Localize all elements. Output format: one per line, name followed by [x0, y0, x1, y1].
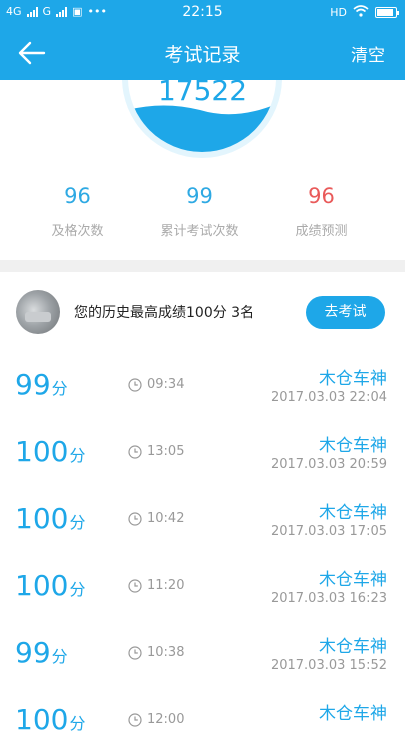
- record-user: 木仓车神: [319, 503, 387, 523]
- section-divider: [0, 260, 405, 272]
- record-user: 木仓车神: [319, 704, 387, 724]
- record-row[interactable]: 100分 12:00 木仓车神: [0, 687, 405, 754]
- status-bar: 4G G ▣ ••• 22:15 HD: [0, 0, 405, 26]
- score-unit: 分: [69, 446, 86, 465]
- prediction-value: 96: [308, 184, 335, 208]
- record-datetime: 2017.03.03 22:04: [270, 390, 387, 405]
- status-right: HD: [330, 5, 399, 20]
- record-score: 99分: [15, 368, 68, 401]
- record-duration: 11:20: [128, 578, 184, 593]
- history-best-text: 您的历史最高成绩100分 3名: [74, 305, 255, 321]
- clear-button[interactable]: 清空: [351, 41, 385, 66]
- score-unit: 分: [69, 580, 86, 599]
- record-datetime: 2017.03.03 15:52: [270, 658, 387, 673]
- record-row[interactable]: 99分 09:34 木仓车神 2017.03.03 22:04: [0, 352, 405, 419]
- duration-text: 10:38: [147, 645, 185, 660]
- record-duration: 10:42: [128, 511, 184, 526]
- clock-icon: [128, 511, 142, 526]
- prediction-label: 成绩预测: [295, 224, 348, 239]
- record-duration: 13:05: [128, 444, 184, 459]
- record-score: 100分: [15, 569, 85, 602]
- score-value: 99: [15, 368, 51, 401]
- stat-pass-count: 96 及格次数: [10, 184, 145, 239]
- score-value: 100: [15, 502, 69, 535]
- record-datetime: 2017.03.03 20:59: [270, 457, 387, 472]
- total-exams-label: 累计考试次数: [160, 224, 239, 239]
- record-duration: 09:34: [128, 377, 184, 392]
- record-score: 99分: [15, 636, 68, 669]
- record-datetime: 2017.03.03 17:05: [270, 524, 387, 539]
- stat-prediction: 96 成绩预测: [254, 184, 389, 239]
- total-exams-value: 99: [186, 184, 213, 208]
- record-user: 木仓车神: [319, 369, 387, 389]
- clock-icon: [128, 645, 142, 660]
- score-value: 100: [15, 569, 69, 602]
- score-unit: 分: [51, 379, 68, 398]
- clock-icon: [128, 377, 142, 392]
- record-datetime: 2017.03.03 16:23: [270, 591, 387, 606]
- record-score: 100分: [15, 502, 85, 535]
- record-user: 木仓车神: [319, 436, 387, 456]
- summary-panel: 17522 96 及格次数 99 累计考试次数 96 成绩预测: [0, 80, 405, 260]
- page-title: 考试记录: [164, 44, 241, 66]
- battery-icon: [375, 7, 399, 18]
- record-duration: 10:38: [128, 645, 184, 660]
- record-row[interactable]: 100分 10:42 木仓车神 2017.03.03 17:05: [0, 486, 405, 553]
- avatar: [16, 290, 60, 334]
- score-value: 100: [15, 435, 69, 468]
- duration-text: 09:34: [147, 377, 185, 392]
- pass-count-value: 96: [64, 184, 91, 208]
- record-row[interactable]: 99分 10:38 木仓车神 2017.03.03 15:52: [0, 620, 405, 687]
- app-bar: 考试记录 清空: [0, 26, 405, 80]
- history-best-row: 您的历史最高成绩100分 3名 去考试: [0, 272, 405, 352]
- record-row[interactable]: 100分 13:05 木仓车神 2017.03.03 20:59: [0, 419, 405, 486]
- clock-icon: [128, 444, 142, 459]
- score-value: 99: [15, 636, 51, 669]
- score-unit: 分: [69, 714, 86, 733]
- record-user: 木仓车神: [319, 637, 387, 657]
- duration-text: 11:20: [147, 578, 185, 593]
- total-score: 17522: [157, 80, 248, 107]
- clock-icon: [128, 578, 142, 593]
- take-exam-button[interactable]: 去考试: [306, 296, 385, 329]
- score-unit: 分: [69, 513, 86, 532]
- score-unit: 分: [51, 647, 68, 666]
- wifi-icon: [353, 5, 369, 20]
- stat-total-exams: 99 累计考试次数: [132, 184, 267, 239]
- duration-text: 13:05: [147, 444, 185, 459]
- duration-text: 10:42: [147, 511, 185, 526]
- hd-label: HD: [330, 6, 347, 19]
- record-score: 100分: [15, 435, 85, 468]
- record-user: 木仓车神: [319, 570, 387, 590]
- record-row[interactable]: 100分 11:20 木仓车神 2017.03.03 16:23: [0, 553, 405, 620]
- pass-count-label: 及格次数: [51, 224, 104, 239]
